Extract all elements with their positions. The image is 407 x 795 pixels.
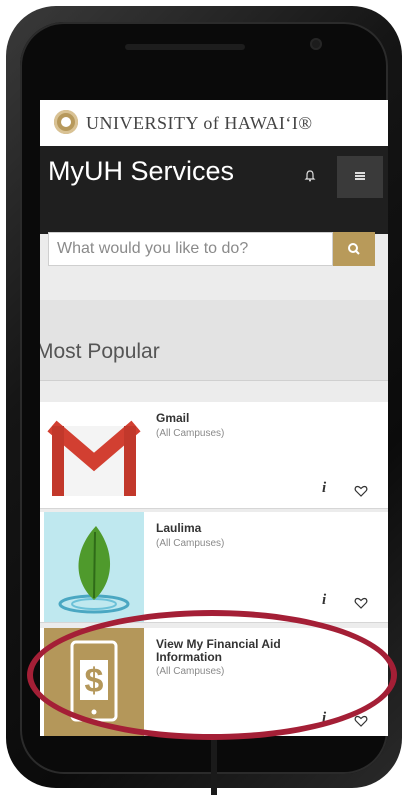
phone-camera	[310, 38, 322, 50]
university-seal-icon	[54, 110, 78, 134]
hamburger-menu-icon	[355, 172, 365, 180]
university-banner[interactable]: UNIVERSITY of HAWAIʻI®	[40, 100, 388, 147]
callout-pointer-line	[211, 740, 217, 795]
section-title: Most Popular	[40, 340, 160, 363]
gmail-icon	[44, 402, 144, 508]
service-card-laulima[interactable]: Laulima (All Campuses) i	[40, 512, 388, 623]
service-card-gmail[interactable]: Gmail (All Campuses) i	[40, 402, 388, 509]
search-input[interactable]	[48, 232, 333, 266]
app-header: MyUH Services	[40, 146, 388, 234]
hamburger-menu-button[interactable]	[337, 156, 383, 198]
info-icon[interactable]: i	[322, 592, 326, 609]
page-title: MyUH Services	[48, 156, 235, 186]
service-name: Laulima	[156, 521, 202, 535]
heart-icon[interactable]	[354, 484, 368, 498]
highlight-circle	[27, 610, 397, 740]
info-icon[interactable]: i	[322, 480, 326, 497]
laulima-leaf-icon	[44, 512, 144, 622]
bell-icon[interactable]	[304, 170, 316, 182]
service-scope: (All Campuses)	[156, 538, 225, 549]
search-button[interactable]	[333, 232, 375, 266]
service-name: Gmail	[156, 411, 190, 425]
section-divider	[40, 380, 388, 381]
university-name: UNIVERSITY of HAWAIʻI®	[86, 113, 313, 133]
search-icon	[348, 243, 360, 255]
heart-icon[interactable]	[354, 596, 368, 610]
phone-speaker	[125, 44, 245, 50]
service-scope: (All Campuses)	[156, 428, 225, 439]
heart-icon[interactable]	[354, 714, 368, 728]
